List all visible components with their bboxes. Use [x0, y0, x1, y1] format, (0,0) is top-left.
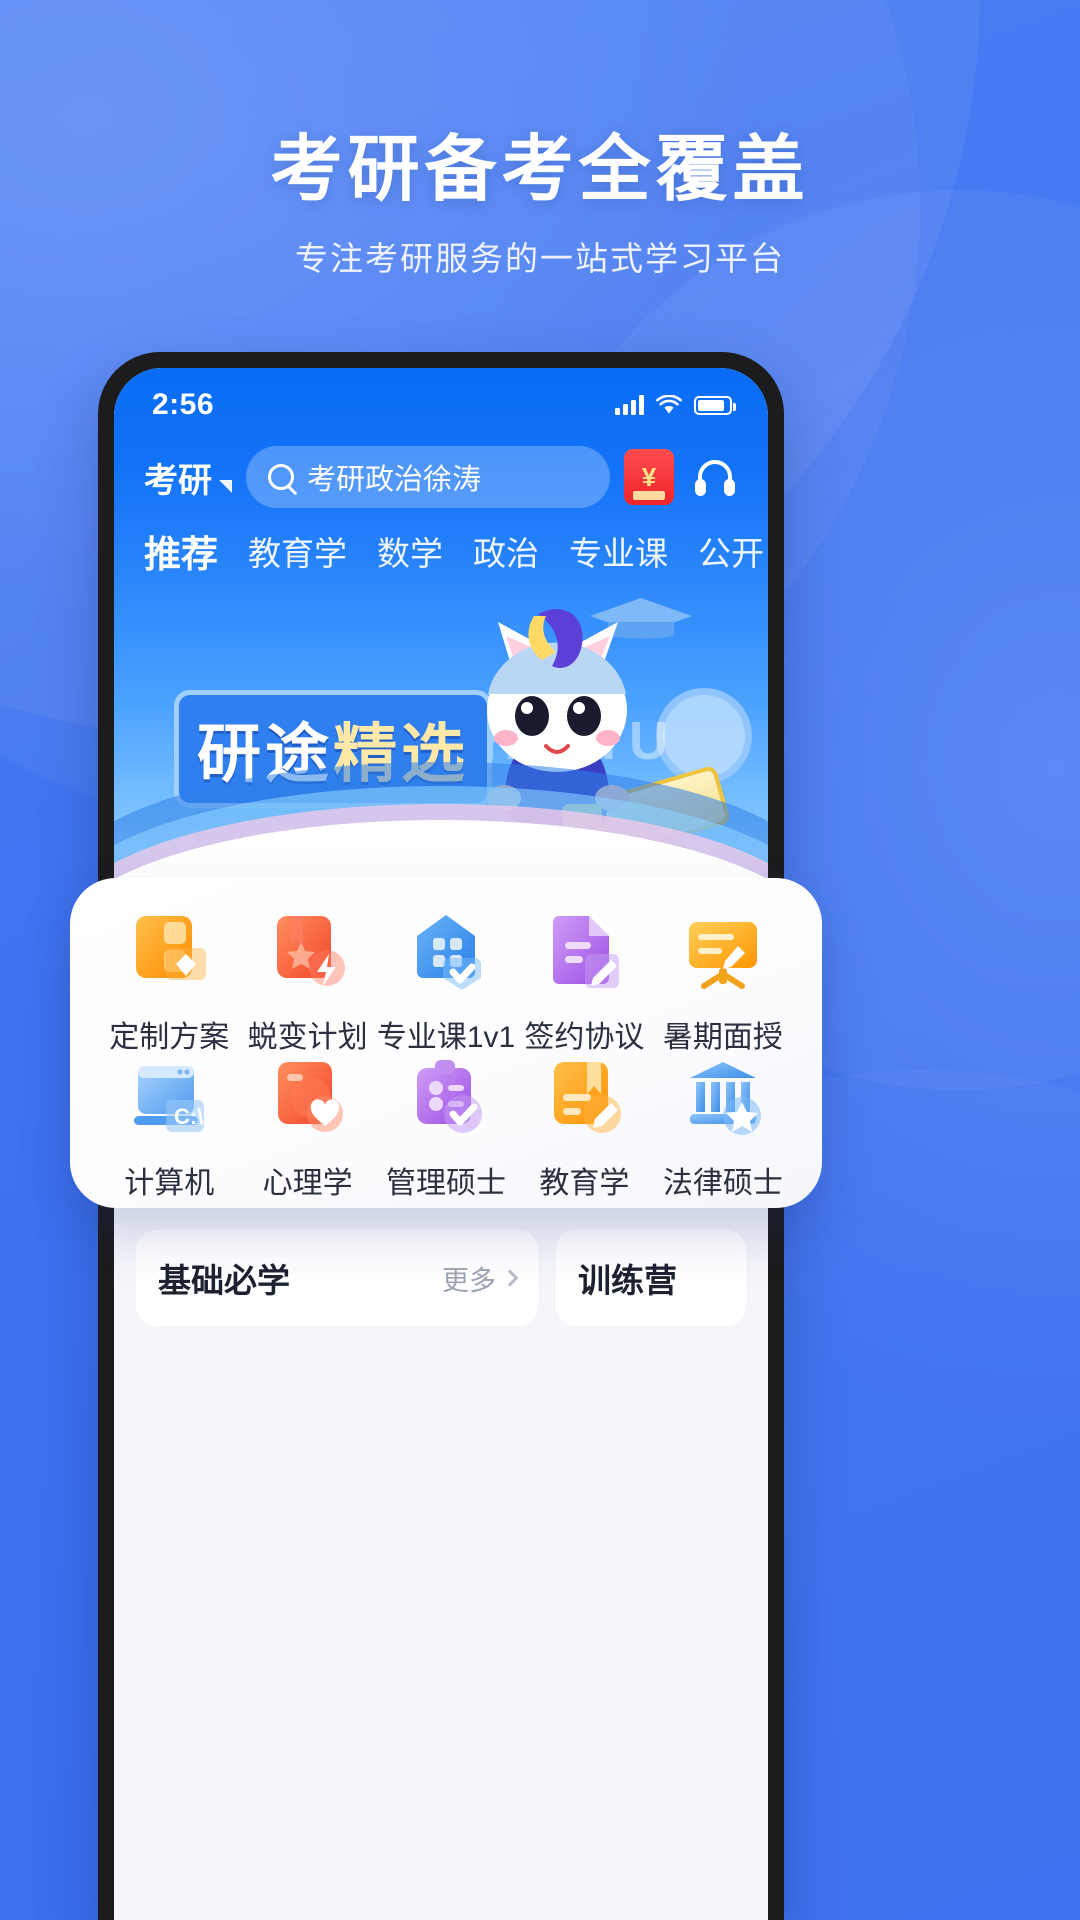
grid-item-psychology[interactable]: 心理学 — [238, 1056, 376, 1202]
grid-item-signed-agreement[interactable]: 签约协议 — [515, 910, 653, 1056]
grid-item-major-course-1v1[interactable]: 专业课1v1 — [377, 910, 515, 1056]
search-row: 考研 考研政治徐涛 ¥ — [114, 432, 768, 518]
tab-politics[interactable]: 政治 — [473, 527, 539, 575]
tab-math[interactable]: 数学 — [377, 527, 443, 575]
svg-text:C:\: C:\ — [174, 1104, 203, 1129]
headset-icon[interactable] — [688, 450, 742, 504]
promo-subtitle: 专注考研服务的一站式学习平台 — [295, 240, 785, 277]
grid-label: 计算机 — [124, 1167, 215, 1200]
chevron-down-icon — [219, 479, 232, 493]
grid-item-transform-plan[interactable]: 蜕变计划 — [238, 910, 376, 1056]
status-clock: 2:56 — [152, 388, 215, 421]
category-tabs: 推荐 教育学 数学 政治 专业课 公开 — [114, 518, 768, 578]
law-master-icon — [689, 1062, 761, 1135]
grid-label: 管理硕士 — [386, 1167, 507, 1200]
tab-major-course[interactable]: 专业课 — [569, 527, 668, 575]
section-title: 训练营 — [578, 1262, 677, 1299]
grid-label: 心理学 — [262, 1167, 353, 1200]
grid-item-education[interactable]: 教育学 — [515, 1056, 653, 1202]
search-input[interactable]: 考研政治徐涛 — [246, 446, 610, 508]
status-icons — [615, 395, 736, 415]
section-title: 基础必学 — [158, 1262, 290, 1299]
battery-icon — [694, 395, 736, 415]
grid-item-computer[interactable]: C:\ 计算机 — [100, 1056, 238, 1202]
channel-label: 考研 — [144, 461, 212, 500]
grid-item-summer-class[interactable]: 暑期面授 — [654, 910, 792, 1056]
more-link[interactable]: 更多 — [442, 1259, 519, 1298]
more-label: 更多 — [442, 1265, 496, 1296]
grid-label: 蜕变计划 — [247, 1021, 368, 1054]
grid-label: 专业课1v1 — [376, 1021, 516, 1054]
grid-label: 法律硕士 — [662, 1167, 783, 1200]
section-row: 基础必学 更多 训练营 — [136, 1230, 746, 1326]
section-basic[interactable]: 基础必学 更多 — [136, 1230, 538, 1326]
app-header: 2:56 考研 考研政治徐涛 ¥ 推荐 教育学 数学 政治 专业课 公开 — [114, 368, 768, 578]
grid-label: 签约协议 — [524, 1021, 645, 1054]
grid-item-management-master[interactable]: 管理硕士 — [377, 1056, 515, 1202]
chevron-right-icon — [501, 1269, 519, 1287]
computer-icon: C:\ — [134, 1066, 205, 1132]
search-value: 考研政治徐涛 — [307, 464, 482, 496]
red-packet-icon[interactable]: ¥ — [624, 449, 674, 505]
icon-grid-card: 定制方案 蜕变计划 专业课1v1 签约协议 暑期面授 C:\ 计算机 心理学 管… — [70, 878, 822, 1208]
major-course-1v1-icon — [417, 915, 482, 990]
grid-label: 定制方案 — [109, 1021, 230, 1054]
channel-selector[interactable]: 考研 — [144, 453, 232, 502]
icon-grid-row-1: 定制方案 蜕变计划 专业课1v1 签约协议 暑期面授 — [100, 910, 792, 1056]
promo-title: 考研备考全覆盖 — [270, 130, 810, 210]
wifi-icon — [656, 395, 682, 414]
grid-item-custom-plan[interactable]: 定制方案 — [100, 910, 238, 1056]
hero-banner[interactable]: YANTU 研途精选 — [114, 578, 768, 894]
summer-class-icon — [688, 922, 757, 989]
psychology-icon — [277, 1062, 343, 1132]
tab-public[interactable]: 公开 — [698, 527, 764, 575]
grid-label: 暑期面授 — [662, 1021, 783, 1054]
section-bootcamp[interactable]: 训练营 — [556, 1230, 746, 1326]
custom-plan-icon — [136, 916, 207, 980]
signal-bars-icon — [615, 395, 644, 415]
grid-item-law-master[interactable]: 法律硕士 — [654, 1056, 792, 1202]
transform-plan-icon — [276, 916, 345, 986]
icon-grid-row-2: C:\ 计算机 心理学 管理硕士 教育学 法律硕士 — [100, 1056, 792, 1202]
status-bar: 2:56 — [114, 378, 768, 432]
management-master-icon — [417, 1060, 483, 1133]
tab-recommend[interactable]: 推荐 — [144, 524, 218, 578]
search-icon — [268, 464, 294, 490]
education-icon — [554, 1062, 622, 1133]
coupon-label: ¥ — [641, 461, 657, 492]
grid-label: 教育学 — [539, 1167, 630, 1200]
tab-education[interactable]: 教育学 — [248, 527, 347, 575]
signed-agreement-icon — [553, 916, 620, 988]
